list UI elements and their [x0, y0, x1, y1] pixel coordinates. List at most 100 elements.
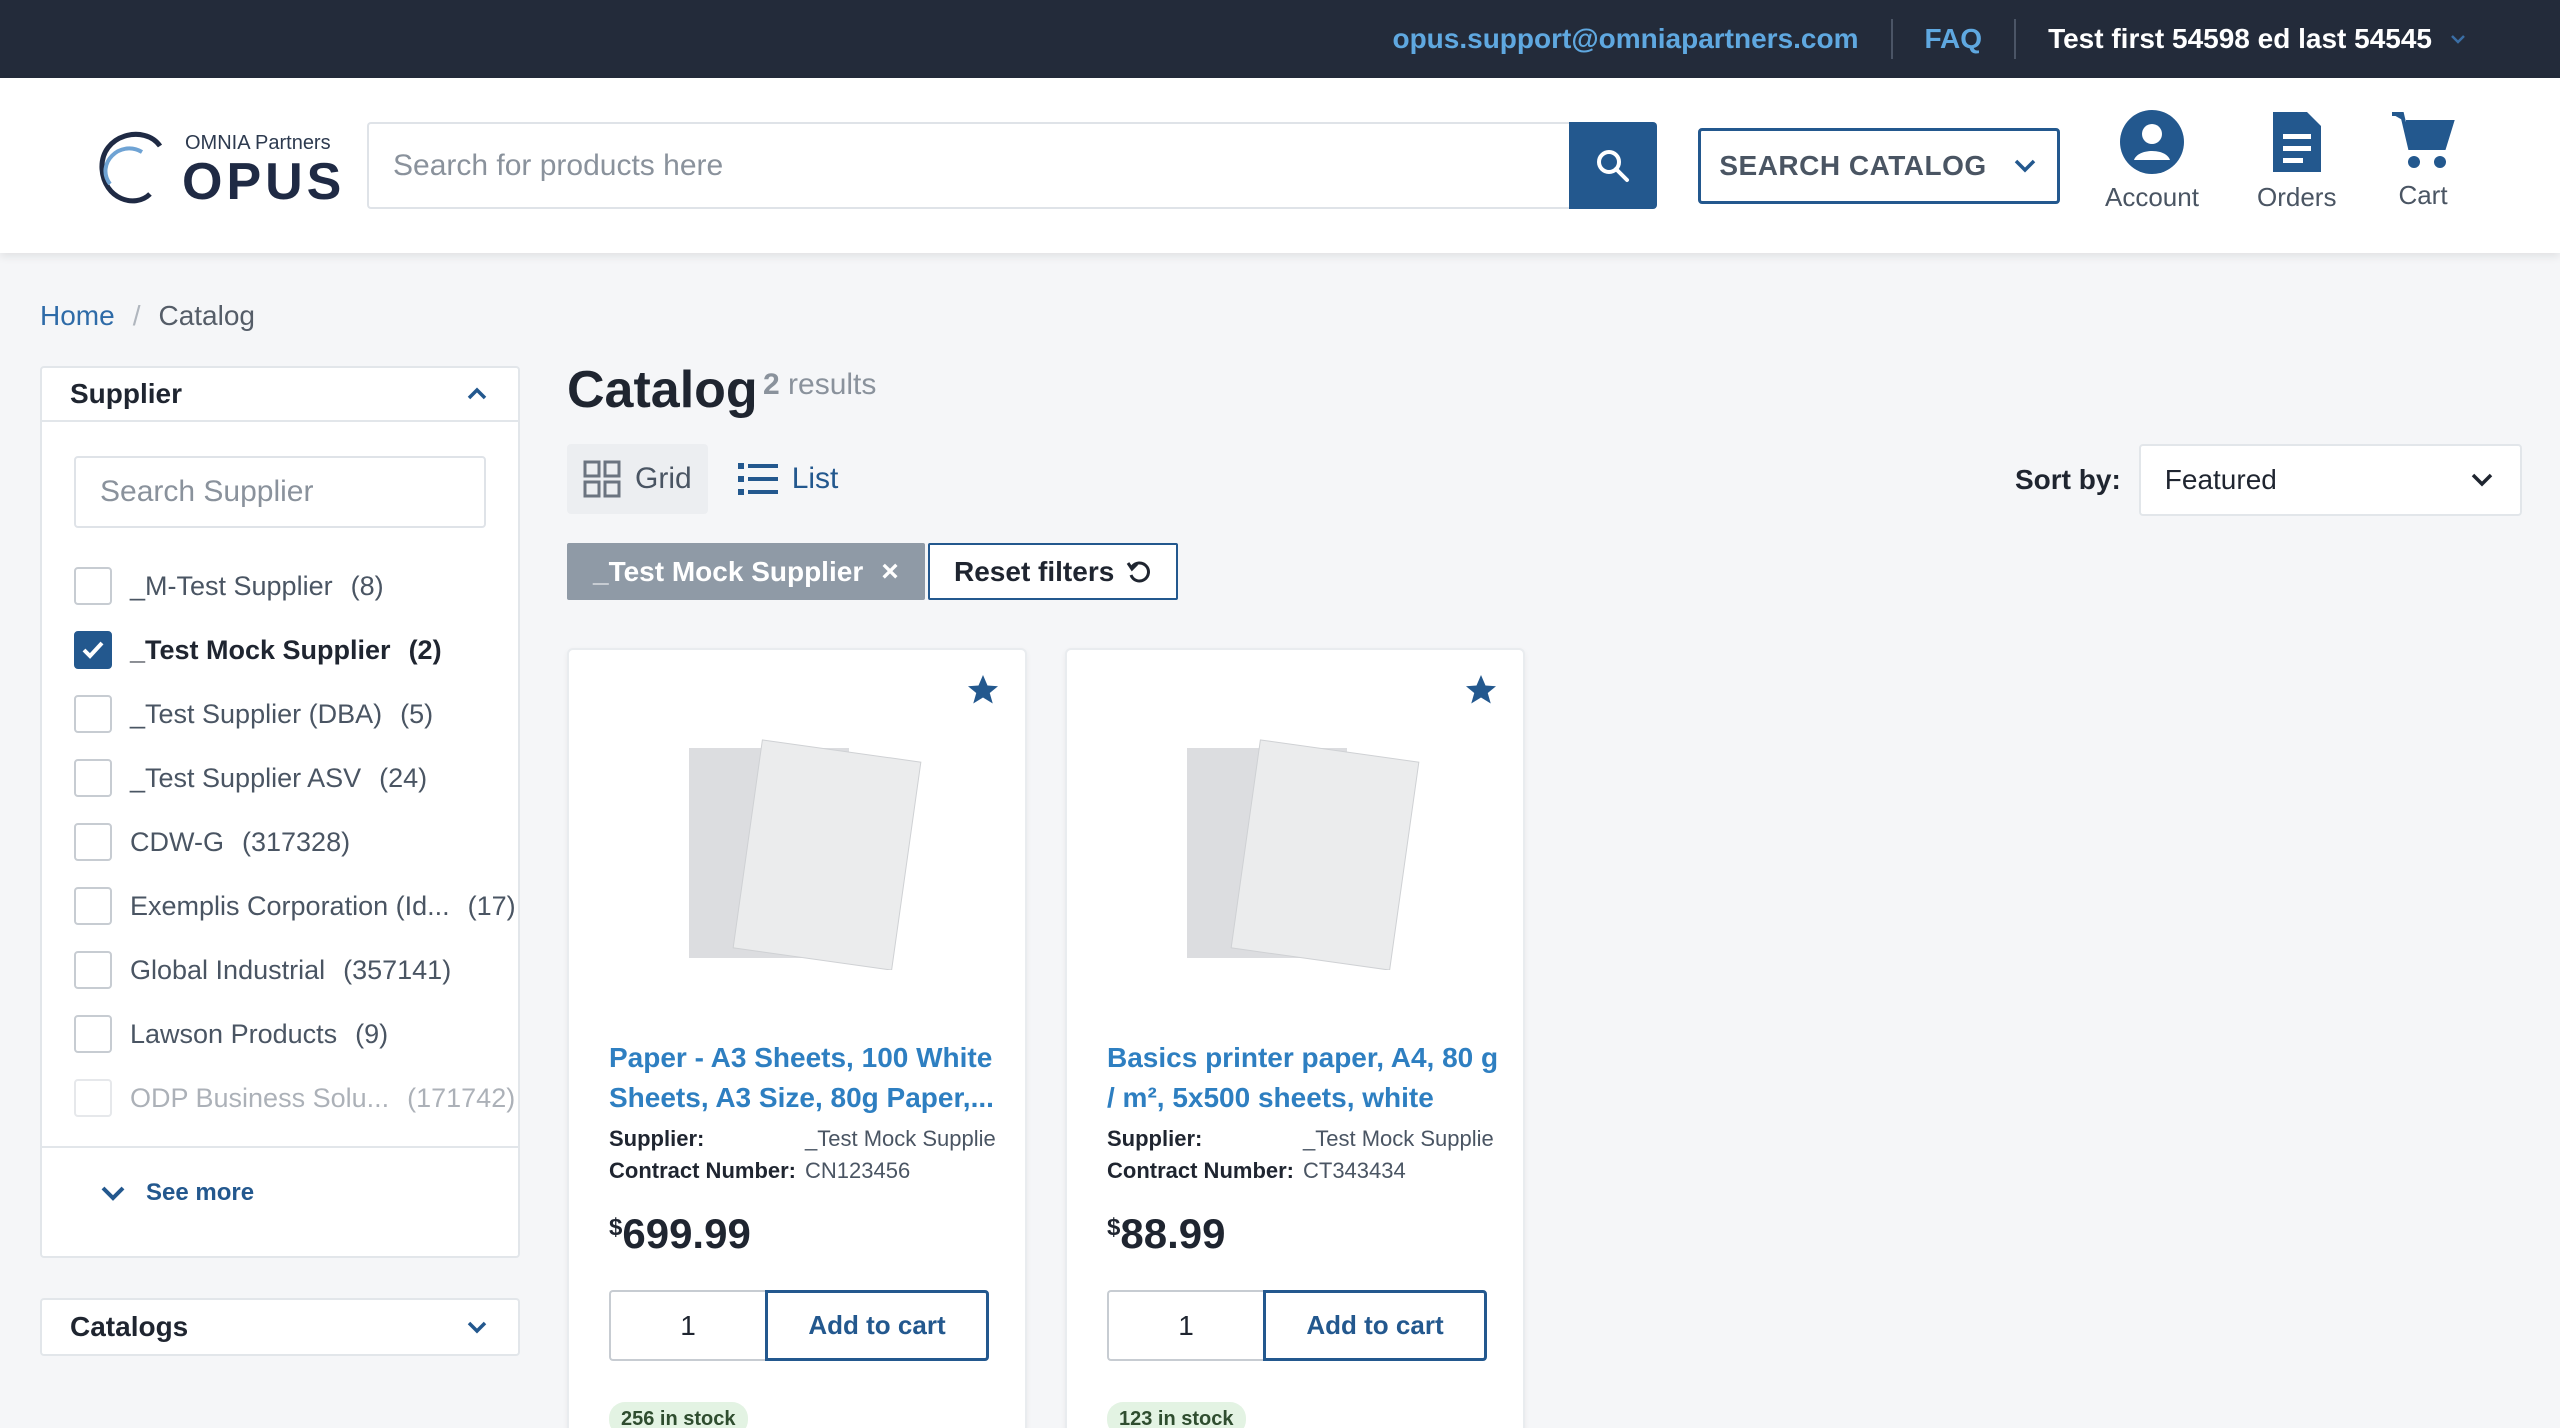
supplier-option-label: CDW-G — [130, 826, 224, 857]
checkbox[interactable] — [74, 951, 112, 989]
supplier-option-label: ODP Business Solu... — [130, 1082, 390, 1113]
supplier-value: _Test Mock Supplie — [805, 1126, 996, 1151]
checkbox[interactable] — [74, 1015, 112, 1053]
logo-opus-text: OPUS — [182, 153, 346, 211]
product-image[interactable] — [1167, 730, 1427, 970]
supplier-option-count: (5) — [400, 698, 434, 729]
supplier-filter-panel: Supplier _M-Test Supplier (8) _Test Mock S… — [40, 366, 520, 1258]
product-name-line: Basics printer paper, A4, 80 g — [1107, 1042, 1499, 1073]
product-name-link[interactable]: Paper - A3 Sheets, 100 White Sheets, A3 … — [609, 1038, 1009, 1118]
contract-row: Contract Number: CN123456 — [609, 1158, 910, 1184]
supplier-option[interactable]: _Test Supplier ASV (24) — [74, 746, 494, 810]
list-view-button[interactable]: List — [722, 444, 855, 514]
reset-icon — [1127, 561, 1151, 582]
supplier-list: _M-Test Supplier (8) _Test Mock Supplier (2… — [74, 554, 516, 1130]
contract-key: Contract Number: — [609, 1158, 797, 1183]
orders-link[interactable]: Orders — [2257, 108, 2336, 213]
supplier-option-count: (17) — [467, 890, 516, 921]
supplier-option-count: (171742) — [407, 1082, 516, 1113]
catalogs-filter-title: Catalogs — [70, 1311, 189, 1342]
chevron-down-icon — [467, 1321, 487, 1334]
cart-link[interactable]: Cart — [2390, 108, 2456, 211]
supplier-option-count: (357141) — [343, 954, 452, 985]
supplier-row: Supplier: _Test Mock Supplie — [609, 1126, 996, 1152]
search-button[interactable] — [1569, 122, 1657, 209]
checkbox[interactable] — [74, 887, 112, 925]
top-bar: opus.support@omniapartners.com FAQ Test … — [0, 0, 2560, 78]
product-name-link[interactable]: Basics printer paper, A4, 80 g / m², 5x5… — [1107, 1038, 1507, 1118]
favorite-star-icon[interactable] — [1463, 672, 1499, 708]
supplier-option[interactable]: _Test Mock Supplier (2) — [74, 618, 494, 682]
opus-logo[interactable]: OMNIA Partners OPUS — [90, 124, 341, 214]
reset-filters-button[interactable]: Reset filters — [928, 543, 1179, 600]
quantity-input[interactable]: 1 — [609, 1290, 765, 1361]
breadcrumb-home[interactable]: Home — [40, 300, 115, 332]
account-label: Account — [2105, 182, 2199, 212]
supplier-option[interactable]: ODP Business Solu... (171742) — [74, 1066, 515, 1130]
user-menu[interactable]: Test first 54598 ed last 54545 — [2048, 23, 2468, 55]
faq-link[interactable]: FAQ — [1925, 23, 1983, 55]
sort-select[interactable]: Featured — [2138, 444, 2522, 516]
product-image[interactable] — [669, 730, 929, 970]
product-search — [367, 122, 1657, 209]
quantity-input[interactable]: 1 — [1107, 1290, 1263, 1361]
support-email-link[interactable]: opus.support@omniapartners.com — [1392, 23, 1858, 55]
price-value: 88.99 — [1120, 1210, 1226, 1257]
product-name-line: / m², 5x500 sheets, white — [1107, 1082, 1434, 1113]
add-to-cart-button[interactable]: Add to cart — [765, 1290, 989, 1361]
supplier-option[interactable]: Lawson Products (9) — [74, 1002, 494, 1066]
active-filter-label: _Test Mock Supplier — [593, 555, 864, 587]
grid-view-button[interactable]: Grid — [567, 444, 708, 514]
search-input[interactable] — [367, 122, 1569, 209]
results-count: 2 results — [763, 368, 876, 402]
divider — [2014, 19, 2017, 59]
chevron-up-icon — [467, 387, 487, 400]
results-label: results — [788, 368, 877, 401]
check-icon — [82, 641, 104, 659]
close-icon[interactable]: × — [881, 555, 899, 589]
search-catalog-label: SEARCH CATALOG — [1719, 150, 1987, 181]
add-to-cart-button[interactable]: Add to cart — [1263, 1290, 1487, 1361]
stock-badge: 256 in stock — [609, 1402, 748, 1428]
product-price: $699.99 — [609, 1210, 751, 1258]
list-icon — [737, 463, 778, 495]
reset-filters-label: Reset filters — [954, 555, 1115, 587]
supplier-option[interactable]: _Test Supplier (DBA) (5) — [74, 682, 494, 746]
supplier-option[interactable]: Exemplis Corporation (Id... (17) — [74, 874, 516, 938]
breadcrumb-current: Catalog — [158, 300, 255, 331]
sort-control: Sort by: Featured — [2015, 444, 2522, 516]
cart-label: Cart — [2398, 180, 2448, 210]
contract-row: Contract Number: CT343434 — [1107, 1158, 1406, 1184]
currency-symbol: $ — [609, 1214, 623, 1241]
catalogs-filter-header[interactable]: Catalogs — [42, 1300, 518, 1354]
search-catalog-dropdown[interactable]: SEARCH CATALOG — [1698, 128, 2060, 204]
chevron-down-icon — [101, 1186, 125, 1201]
supplier-option-label: _Test Supplier (DBA) — [130, 698, 383, 729]
see-more-label: See more — [146, 1179, 255, 1206]
supplier-option[interactable]: CDW-G (317328) — [74, 810, 494, 874]
product-name-line: Sheets, A3 Size, 80g Paper,... — [609, 1082, 994, 1113]
supplier-option[interactable]: Global Industrial (357141) — [74, 938, 494, 1002]
account-link[interactable]: Account — [2105, 108, 2199, 213]
supplier-option[interactable]: _M-Test Supplier (8) — [74, 554, 494, 618]
contract-value: CN123456 — [805, 1158, 911, 1183]
price-value: 699.99 — [622, 1210, 751, 1257]
see-more-button[interactable]: See more — [98, 1178, 254, 1208]
checkbox[interactable] — [74, 1079, 112, 1117]
list-view-label: List — [791, 462, 839, 495]
site-header: OMNIA Partners OPUS SEARCH CATALOG Accou… — [0, 78, 2560, 253]
supplier-filter-header[interactable]: Supplier — [42, 368, 518, 422]
product-card: Paper - A3 Sheets, 100 White Sheets, A3 … — [567, 648, 1027, 1428]
favorite-star-icon[interactable] — [965, 672, 1001, 708]
sort-label: Sort by: — [2015, 464, 2121, 495]
checkbox[interactable] — [74, 759, 112, 797]
checkbox[interactable] — [74, 695, 112, 733]
supplier-search-input[interactable] — [74, 456, 486, 528]
grid-view-label: Grid — [635, 462, 692, 495]
checkbox[interactable] — [74, 631, 112, 669]
chevron-down-icon — [2471, 473, 2493, 487]
breadcrumb: Home / Catalog — [40, 300, 255, 332]
active-filter-chip[interactable]: _Test Mock Supplier × — [567, 543, 925, 600]
checkbox[interactable] — [74, 823, 112, 861]
checkbox[interactable] — [74, 567, 112, 605]
